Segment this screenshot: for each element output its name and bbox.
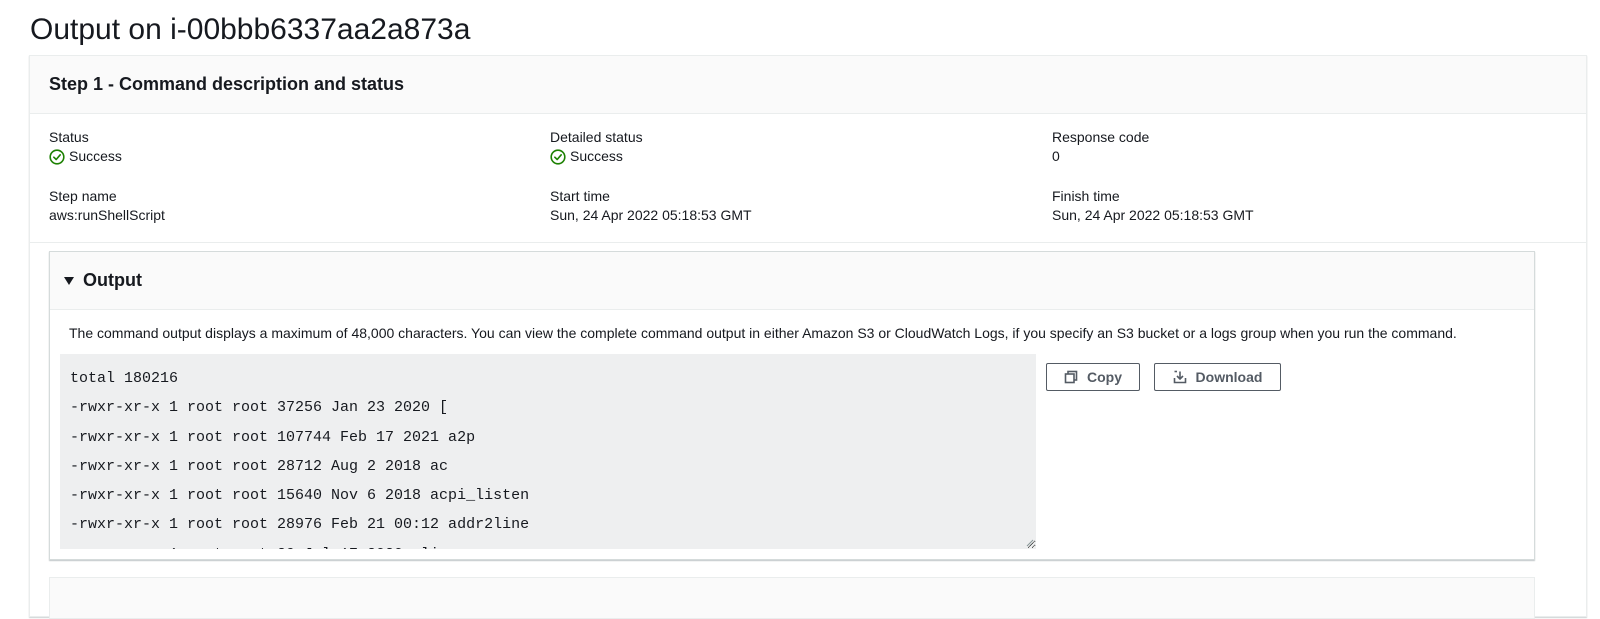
caret-down-icon: [64, 276, 74, 285]
step-header: Step 1 - Command description and status: [30, 56, 1586, 114]
finish-time-value: Sun, 24 Apr 2022 05:18:53 GMT: [1052, 207, 1254, 223]
detailed-status-value: Success: [550, 147, 643, 166]
response-code-label: Response code: [1052, 129, 1150, 145]
step-panel: Step 1 - Command description and status …: [29, 55, 1587, 619]
status-label: Status: [49, 129, 89, 145]
status-value: Success: [49, 147, 122, 166]
output-header-label: Output: [83, 270, 142, 290]
download-button-label: Download: [1195, 369, 1263, 385]
detailed-status-value-text: Success: [570, 148, 623, 164]
output-line: -rwxr-xr-x 1 root root 107744 Feb 17 202…: [70, 428, 476, 446]
start-time-label: Start time: [550, 188, 610, 204]
step-name-field: Step name aws:runShellScript: [49, 187, 165, 225]
output-panel: Output The command output displays a max…: [49, 251, 1535, 560]
finish-time-field: Finish time Sun, 24 Apr 2022 05:18:53 GM…: [1052, 187, 1254, 225]
resize-handle-icon[interactable]: [1026, 539, 1034, 547]
step-name-label: Step name: [49, 188, 117, 204]
copy-button[interactable]: Copy: [1046, 363, 1140, 391]
output-line: -rwxr-xr-x 1 root root 28712 Aug 2 2018 …: [70, 457, 449, 475]
copy-button-label: Copy: [1087, 369, 1122, 385]
output-note: The command output displays a maximum of…: [69, 325, 1457, 341]
status-value-text: Success: [69, 148, 122, 164]
download-button[interactable]: Download: [1154, 363, 1281, 391]
start-time-field: Start time Sun, 24 Apr 2022 05:18:53 GMT: [550, 187, 752, 225]
start-time-value: Sun, 24 Apr 2022 05:18:53 GMT: [550, 207, 752, 223]
step-name-value: aws:runShellScript: [49, 207, 165, 223]
step-details-grid: Status Success Detailed status Success R…: [30, 114, 1586, 243]
output-line: -rwxr-xr-x 1 root root 28976 Feb 21 00:1…: [70, 516, 530, 534]
status-field: Status Success: [49, 128, 122, 166]
next-step-panel: [49, 577, 1535, 619]
output-line: total 180216: [70, 370, 179, 387]
response-code-field: Response code 0: [1052, 128, 1149, 166]
response-code-value: 0: [1052, 148, 1060, 164]
output-line: -rwxr-xr-x 1 root root 37256 Jan 23 2020…: [70, 399, 449, 417]
output-expander[interactable]: Output: [50, 252, 1534, 310]
success-check-icon: [550, 148, 566, 165]
detailed-status-label: Detailed status: [550, 129, 643, 145]
copy-icon: [1064, 370, 1078, 384]
output-line: -rwxr-xr-x 1 root root 15640 Nov 6 2018 …: [70, 487, 530, 505]
output-line: -rwxr-xr-x 1 root root 29 Jul 17 2020 al…: [70, 540, 1026, 549]
detailed-status-field: Detailed status Success: [550, 128, 643, 166]
download-icon: [1173, 370, 1186, 384]
success-check-icon: [49, 148, 65, 165]
page-title: Output on i-00bbb6337aa2a873a: [30, 13, 471, 46]
finish-time-label: Finish time: [1052, 188, 1120, 204]
command-output-textarea[interactable]: total 180216 -rwxr-xr-x 1 root root 3725…: [60, 354, 1036, 549]
